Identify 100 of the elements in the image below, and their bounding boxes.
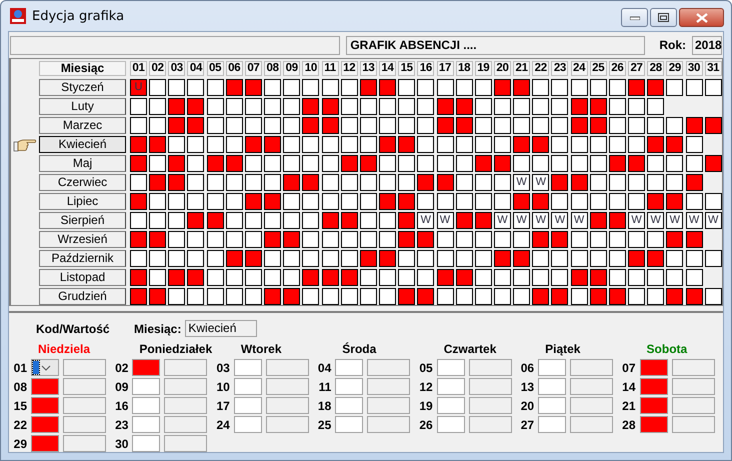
day-cell[interactable] — [168, 269, 186, 286]
day-cell[interactable] — [456, 212, 473, 229]
day-cell[interactable] — [168, 98, 186, 115]
day-cell[interactable] — [244, 269, 262, 286]
day-cell[interactable] — [379, 231, 396, 248]
day-cell[interactable] — [302, 79, 320, 96]
day-cell[interactable] — [417, 269, 434, 286]
day-cell[interactable] — [436, 288, 454, 305]
day-cell[interactable] — [379, 288, 396, 305]
day-cell[interactable] — [456, 98, 473, 115]
day-cell[interactable] — [149, 79, 166, 96]
value-field[interactable] — [266, 359, 309, 376]
day-cell[interactable] — [590, 250, 607, 267]
day-cell[interactable]: W — [417, 212, 434, 229]
name-field[interactable] — [10, 36, 340, 54]
month-label[interactable]: Luty — [39, 98, 126, 115]
day-cell[interactable] — [149, 288, 166, 305]
day-cell[interactable] — [360, 193, 377, 210]
day-cell[interactable] — [474, 231, 492, 248]
day-cell[interactable] — [264, 79, 282, 96]
day-cell[interactable] — [666, 250, 684, 267]
day-cell[interactable] — [398, 212, 416, 229]
day-cell[interactable] — [474, 193, 492, 210]
minimize-button[interactable] — [621, 8, 648, 27]
day-cell[interactable] — [570, 250, 588, 267]
day-cell[interactable] — [494, 117, 511, 134]
day-cell[interactable] — [551, 174, 568, 191]
day-cell[interactable] — [149, 231, 166, 248]
day-cell[interactable] — [513, 231, 530, 248]
day-cell[interactable] — [149, 193, 166, 210]
value-field[interactable] — [570, 378, 614, 395]
day-cell[interactable] — [283, 174, 300, 191]
value-field[interactable] — [367, 359, 410, 376]
day-cell[interactable] — [513, 136, 530, 153]
day-cell[interactable] — [494, 231, 511, 248]
day-cell[interactable] — [360, 212, 377, 229]
day-cell[interactable] — [340, 231, 358, 248]
day-cell[interactable] — [244, 98, 262, 115]
day-cell[interactable]: W — [513, 212, 530, 229]
day-cell[interactable] — [628, 269, 646, 286]
month-label[interactable]: Maj — [39, 155, 126, 172]
day-cell[interactable] — [398, 174, 416, 191]
value-field[interactable] — [672, 359, 715, 376]
day-cell[interactable] — [628, 250, 646, 267]
code-field[interactable] — [640, 359, 668, 376]
code-field[interactable] — [640, 378, 668, 395]
day-cell[interactable] — [474, 79, 492, 96]
month-label[interactable]: Październik — [39, 250, 126, 267]
day-cell[interactable] — [187, 117, 204, 134]
day-cell[interactable] — [360, 231, 377, 248]
day-cell[interactable]: W — [628, 212, 646, 229]
day-cell[interactable] — [628, 155, 646, 172]
day-cell[interactable] — [456, 288, 473, 305]
day-cell[interactable] — [608, 155, 626, 172]
value-field[interactable] — [164, 397, 208, 414]
day-cell[interactable] — [283, 155, 300, 172]
code-field[interactable] — [335, 378, 364, 395]
day-cell[interactable]: W — [686, 212, 703, 229]
day-cell[interactable] — [456, 117, 473, 134]
day-cell[interactable] — [322, 174, 339, 191]
day-cell[interactable] — [513, 288, 530, 305]
day-cell[interactable] — [322, 117, 339, 134]
day-cell[interactable] — [532, 98, 550, 115]
day-cell[interactable] — [130, 98, 147, 115]
day-cell[interactable] — [130, 231, 147, 248]
day-cell[interactable] — [647, 136, 664, 153]
day-cell[interactable] — [283, 269, 300, 286]
day-cell[interactable]: W — [532, 212, 550, 229]
day-cell[interactable] — [590, 269, 607, 286]
day-cell[interactable] — [322, 155, 339, 172]
maximize-button[interactable] — [650, 8, 677, 27]
day-cell[interactable] — [456, 269, 473, 286]
value-field[interactable] — [672, 378, 715, 395]
day-cell[interactable] — [340, 269, 358, 286]
day-cell[interactable] — [398, 288, 416, 305]
day-cell[interactable] — [590, 136, 607, 153]
day-cell[interactable] — [283, 193, 300, 210]
day-cell[interactable] — [302, 117, 320, 134]
day-cell[interactable] — [302, 155, 320, 172]
day-cell[interactable] — [149, 212, 166, 229]
day-cell[interactable] — [686, 193, 703, 210]
day-cell[interactable] — [590, 231, 607, 248]
day-cell[interactable] — [474, 212, 492, 229]
day-cell[interactable] — [647, 174, 664, 191]
day-cell[interactable] — [244, 136, 262, 153]
day-cell[interactable] — [532, 288, 550, 305]
day-cell[interactable] — [206, 174, 224, 191]
day-cell[interactable] — [264, 212, 282, 229]
month-label[interactable]: Grudzień — [39, 288, 126, 305]
day-cell[interactable] — [398, 269, 416, 286]
day-cell[interactable] — [666, 79, 684, 96]
day-cell[interactable] — [379, 117, 396, 134]
day-cell[interactable] — [264, 117, 282, 134]
day-cell[interactable] — [264, 269, 282, 286]
day-cell[interactable] — [340, 288, 358, 305]
code-field[interactable] — [132, 416, 160, 433]
day-cell[interactable] — [340, 117, 358, 134]
day-cell[interactable] — [322, 98, 339, 115]
day-cell[interactable]: W — [551, 212, 568, 229]
day-cell[interactable] — [436, 136, 454, 153]
